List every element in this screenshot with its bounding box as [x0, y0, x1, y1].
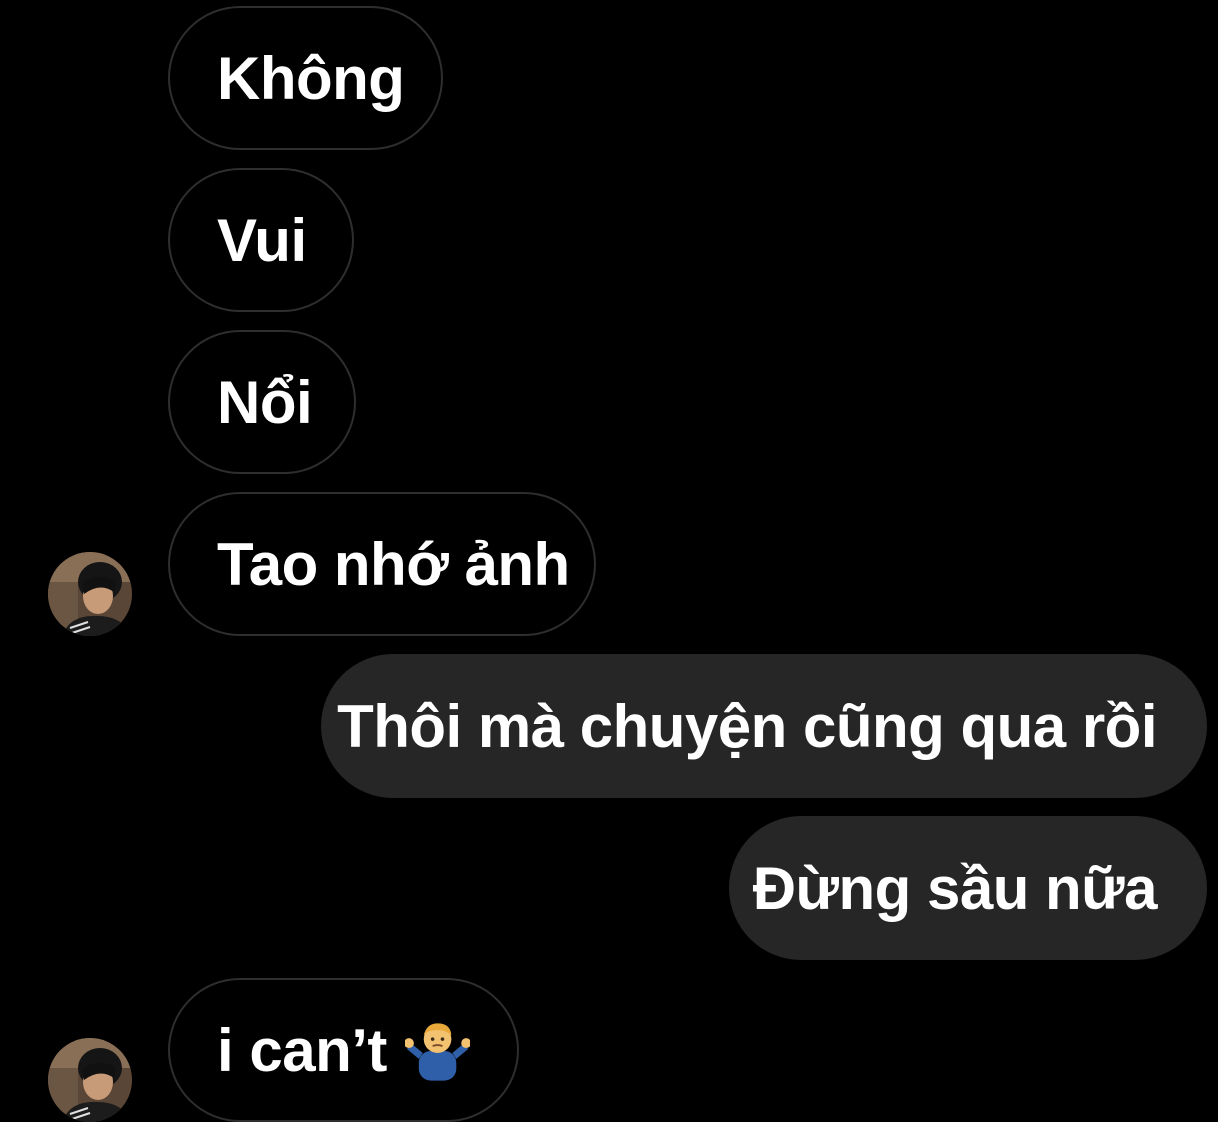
avatar-photo-icon [48, 552, 132, 636]
message-text: Tao nhớ ảnh [217, 530, 570, 598]
message-bubble-incoming[interactable]: Nổi [168, 330, 356, 474]
message-bubble-incoming[interactable]: Vui [168, 168, 354, 312]
message-thread: Không Vui Nổi Tao nhớ ảnh Thôi mà chuyện… [0, 0, 1218, 1122]
message-bubble-outgoing[interactable]: Đừng sầu nữa [729, 816, 1207, 960]
avatar-photo-icon [48, 1038, 132, 1122]
contact-avatar[interactable] [48, 1038, 132, 1122]
message-text: Nổi [217, 368, 313, 436]
message-bubble-incoming[interactable]: Tao nhớ ảnh [168, 492, 596, 636]
message-bubble-incoming[interactable]: i can’t [168, 978, 519, 1122]
message-text: Không [217, 44, 405, 112]
contact-avatar[interactable] [48, 552, 132, 636]
message-text: Vui [217, 206, 307, 274]
message-text: Thôi mà chuyện cũng qua rồi [337, 692, 1157, 760]
message-text: i can’t [217, 1016, 387, 1084]
message-text: Đừng sầu nữa [752, 854, 1158, 922]
message-bubble-outgoing[interactable]: Thôi mà chuyện cũng qua rồi [321, 654, 1207, 798]
message-bubble-incoming[interactable]: Không [168, 6, 443, 150]
person-shrugging-emoji-icon [404, 1023, 470, 1081]
